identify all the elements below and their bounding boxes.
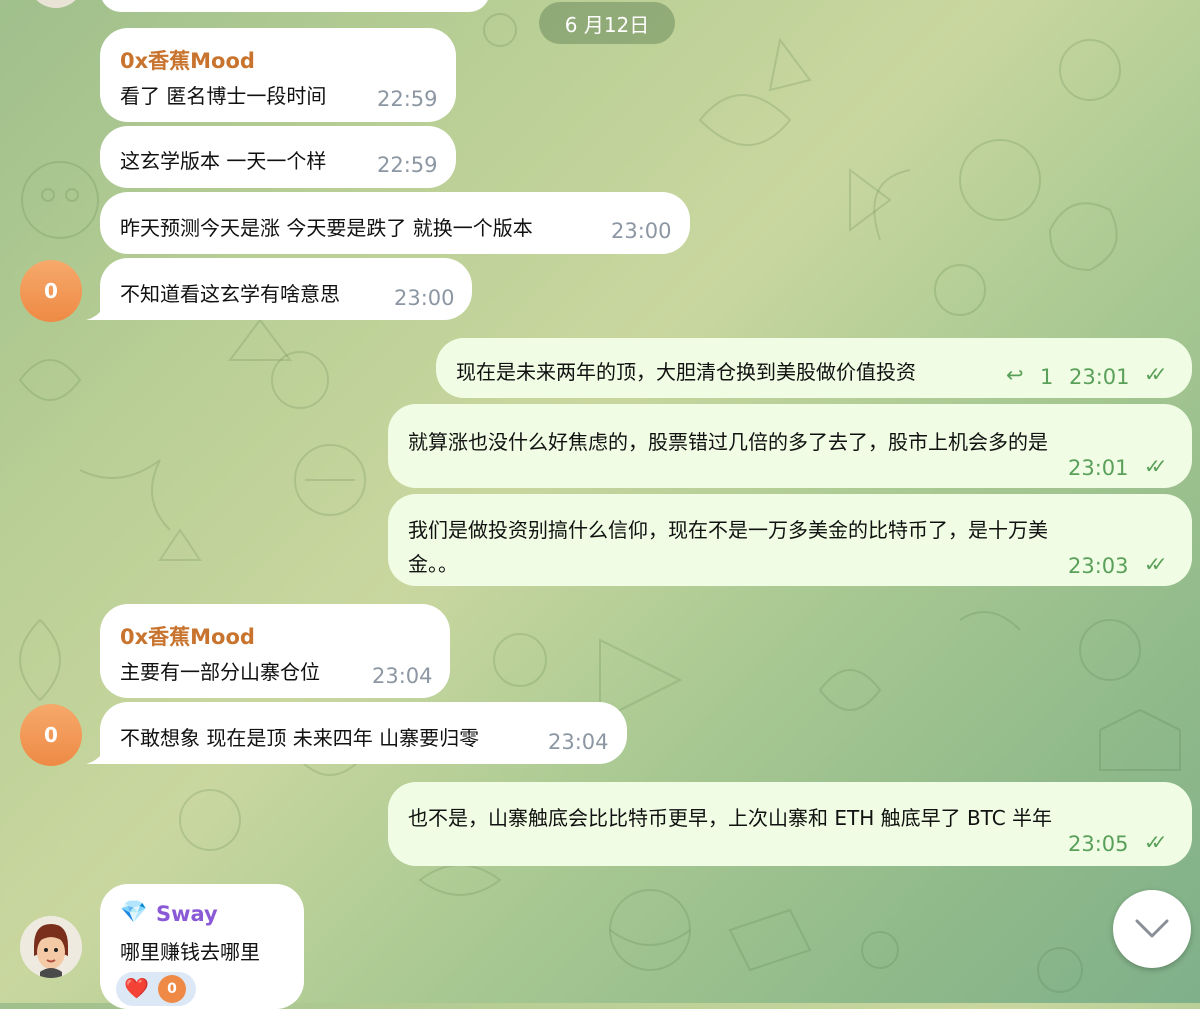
reply-icon[interactable]: ↩: [1006, 363, 1024, 387]
message-time: 23:00: [611, 219, 672, 243]
message-time: 22:59: [377, 153, 438, 177]
message-time: 23:04: [548, 730, 609, 754]
gem-icon: 💎: [120, 900, 148, 925]
message-text: 哪里赚钱去哪里: [120, 940, 260, 964]
message-text: 就算涨也没什么好焦虑的，股票错过几倍的多了去了，股市上机会多的是: [408, 430, 1048, 454]
message-time: 23:03: [1068, 554, 1129, 578]
message-text: 现在是未来两年的顶，大胆清仓换到美股做价值投资: [456, 360, 916, 384]
outgoing-message-bubble[interactable]: 也不是，山寨触底会比比特币更早，上次山寨和 ETH 触底早了 BTC 半年 23…: [388, 782, 1192, 866]
message-time: 23:05: [1068, 832, 1129, 856]
partial-avatar[interactable]: [28, 0, 84, 8]
date-separator: 6 月12日: [539, 2, 675, 44]
message-bubble[interactable]: 这玄学版本 一天一个样 22:59: [100, 126, 456, 188]
message-text: 昨天预测今天是涨 今天要是跌了 就换一个版本: [120, 216, 533, 240]
message-text: 这玄学版本 一天一个样: [120, 149, 327, 173]
avatar[interactable]: 0: [20, 704, 82, 766]
message-bubble[interactable]: 0x香蕉Mood 看了 匿名博士一段时间 22:59: [100, 28, 456, 122]
avatar-sway[interactable]: [20, 916, 82, 978]
message-time: 23:01: [1068, 456, 1129, 480]
cartoon-face-icon: [20, 916, 82, 978]
message-text: 主要有一部分山寨仓位: [120, 660, 320, 684]
message-bubble[interactable]: 0x香蕉Mood 主要有一部分山寨仓位 23:04: [100, 604, 450, 698]
message-text-line-1: 我们是做投资别搞什么信仰，现在不是一万多美金的比特币了，是十万美: [408, 518, 1048, 542]
outgoing-message-bubble[interactable]: 就算涨也没什么好焦虑的，股票错过几倍的多了去了，股市上机会多的是 23:01 ✓…: [388, 404, 1192, 488]
sender-name[interactable]: Sway: [156, 902, 218, 926]
message-time: 22:59: [377, 87, 438, 111]
double-check-icon: ✓✓: [1144, 552, 1167, 576]
double-check-icon: ✓✓: [1144, 362, 1167, 386]
message-text: 不知道看这玄学有啥意思: [120, 282, 340, 306]
reaction-chip[interactable]: ❤️ 0: [116, 972, 196, 1006]
avatar[interactable]: 0: [20, 260, 82, 322]
message-time: 23:00: [394, 286, 455, 310]
message-time: 23:04: [372, 664, 433, 688]
message-bubble[interactable]: 不知道看这玄学有啥意思 23:00: [100, 258, 472, 320]
message-text: 不敢想象 现在是顶 未来四年 山寨要归零: [120, 726, 480, 750]
chevron-down-icon: [1135, 919, 1169, 938]
reaction-avatar: 0: [158, 975, 186, 1003]
message-time: 23:01: [1069, 365, 1130, 389]
partial-message-bubble[interactable]: [100, 0, 490, 12]
message-bubble[interactable]: 不敢想象 现在是顶 未来四年 山寨要归零 23:04: [100, 702, 627, 764]
scroll-to-bottom-button[interactable]: [1113, 890, 1191, 968]
message-text: 看了 匿名博士一段时间: [120, 84, 327, 108]
message-bubble[interactable]: 💎 Sway 哪里赚钱去哪里 ❤️ 0: [100, 884, 304, 1009]
outgoing-message-bubble[interactable]: 我们是做投资别搞什么信仰，现在不是一万多美金的比特币了，是十万美 金。。 23:…: [388, 494, 1192, 586]
double-check-icon: ✓✓: [1144, 830, 1167, 854]
reply-count[interactable]: 1: [1040, 365, 1053, 389]
sender-name[interactable]: 0x香蕉Mood: [120, 621, 255, 651]
message-text: 也不是，山寨触底会比比特币更早，上次山寨和 ETH 触底早了 BTC 半年: [408, 806, 1053, 830]
sender-name[interactable]: 0x香蕉Mood: [120, 45, 255, 75]
outgoing-message-bubble[interactable]: 现在是未来两年的顶，大胆清仓换到美股做价值投资 ↩ 1 23:01 ✓✓: [436, 338, 1192, 398]
heart-icon: ❤️: [124, 976, 149, 1000]
message-text-line-2: 金。。: [408, 552, 458, 576]
double-check-icon: ✓✓: [1144, 454, 1167, 478]
message-bubble[interactable]: 昨天预测今天是涨 今天要是跌了 就换一个版本 23:00: [100, 192, 690, 254]
